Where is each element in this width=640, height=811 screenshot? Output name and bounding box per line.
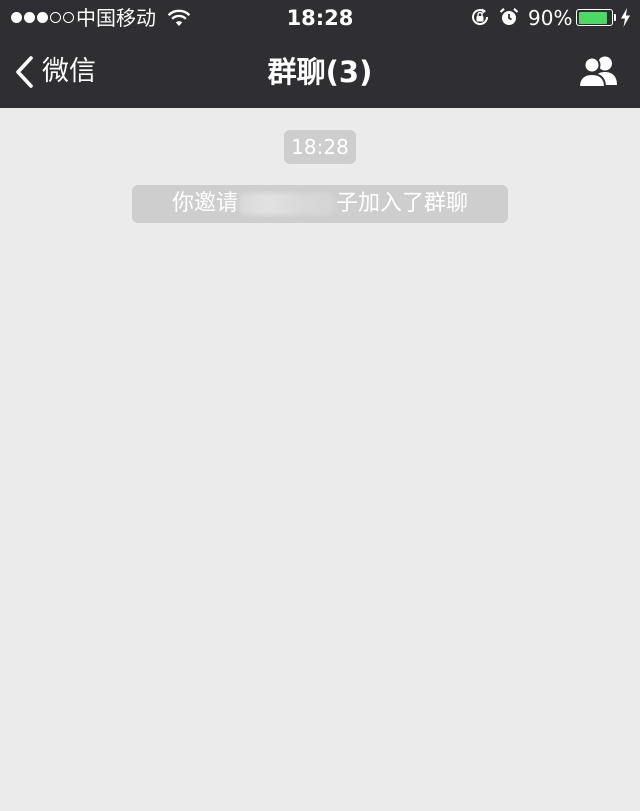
battery-percentage: 90% [528, 6, 573, 30]
battery-icon [576, 9, 613, 26]
system-message: 你邀请 子加入了群聊 [132, 185, 508, 223]
group-members-icon[interactable] [576, 54, 620, 90]
status-bar: 中国移动 18:28 90% [0, 0, 640, 36]
battery-level-fill [578, 11, 608, 24]
charging-icon [621, 8, 630, 27]
rotation-lock-icon [472, 8, 489, 26]
system-message-prefix: 你邀请 [171, 191, 238, 216]
redacted-name [239, 193, 335, 215]
nav-bar: 微信 群聊(3) [0, 36, 640, 108]
top-bar: 中国移动 18:28 90% 微信 群聊(3) [0, 0, 640, 108]
system-message-suffix: 子加入了群聊 [336, 191, 469, 216]
message-timestamp: 18:28 [284, 130, 356, 164]
page-title: 群聊(3) [267, 55, 373, 89]
chat-area[interactable]: 18:28 你邀请 子加入了群聊 [0, 108, 640, 811]
alarm-icon [499, 7, 519, 25]
battery-tip [614, 14, 616, 21]
